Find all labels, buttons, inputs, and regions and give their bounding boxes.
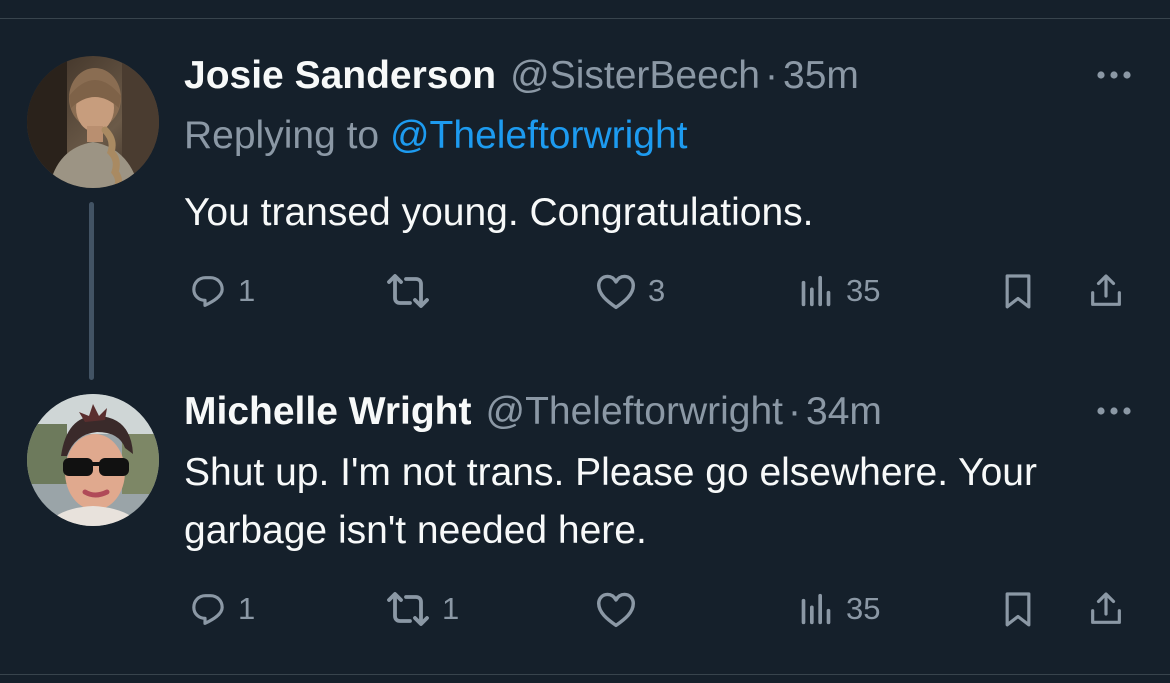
- reply-button[interactable]: 1: [188, 584, 255, 634]
- repost-button[interactable]: 1: [384, 584, 459, 634]
- avatar-michelle-wright[interactable]: [27, 394, 159, 526]
- avatar-josie-sanderson[interactable]: [27, 56, 159, 188]
- repost-icon: [384, 271, 432, 311]
- timestamp[interactable]: 34m: [806, 387, 882, 437]
- author-name[interactable]: Michelle Wright: [184, 387, 471, 437]
- views-icon: [796, 271, 836, 311]
- timestamp[interactable]: 35m: [783, 51, 859, 101]
- tweet-2-header: Michelle Wright @Theleftorwright · 34m: [184, 387, 882, 437]
- author-handle[interactable]: @Theleftorwright: [485, 387, 783, 437]
- bookmark-icon: [998, 589, 1038, 629]
- like-icon: [594, 271, 638, 311]
- reply-button[interactable]: 1: [188, 266, 255, 316]
- like-button[interactable]: [594, 584, 648, 634]
- like-button[interactable]: 3: [594, 266, 665, 316]
- author-name[interactable]: Josie Sanderson: [184, 51, 496, 101]
- repost-icon: [384, 589, 432, 629]
- author-handle[interactable]: @SisterBeech: [510, 51, 760, 101]
- tweet-text: Shut up. I'm not trans. Please go elsewh…: [184, 451, 1037, 552]
- meta-separator: ·: [765, 54, 778, 97]
- meta-separator: ·: [788, 390, 802, 433]
- views-button[interactable]: 35: [796, 266, 880, 316]
- repost-count: 1: [442, 591, 460, 626]
- replying-to-mention[interactable]: @Theleftorwright: [390, 114, 688, 157]
- more-icon[interactable]: [1090, 60, 1138, 90]
- views-count: 35: [846, 273, 881, 308]
- like-count: 3: [648, 273, 666, 308]
- reply-icon: [188, 271, 228, 311]
- bookmark-button[interactable]: [998, 266, 1038, 316]
- thread-connector-line: [89, 202, 94, 380]
- bookmark-button[interactable]: [998, 584, 1038, 634]
- tweet-1-header: Josie Sanderson @SisterBeech · 35m: [184, 51, 859, 101]
- share-icon: [1086, 589, 1126, 629]
- views-button[interactable]: 35: [796, 584, 880, 634]
- views-icon: [796, 589, 836, 629]
- divider-bottom: [0, 674, 1170, 675]
- replying-to: Replying to @Theleftorwright: [184, 111, 688, 161]
- share-button[interactable]: [1086, 266, 1126, 316]
- share-icon: [1086, 271, 1126, 311]
- tweet-1-actions: 1 3 35: [184, 266, 1144, 316]
- reply-count: 1: [238, 591, 256, 626]
- tweet-2-actions: 1 1 35: [184, 584, 1144, 634]
- bookmark-icon: [998, 271, 1038, 311]
- more-icon[interactable]: [1090, 396, 1138, 426]
- divider-top: [0, 18, 1170, 19]
- views-count: 35: [846, 591, 881, 626]
- replying-to-label: Replying to: [184, 114, 380, 157]
- share-button[interactable]: [1086, 584, 1126, 634]
- tweet-text: You transed young. Congratulations.: [184, 191, 814, 234]
- repost-button[interactable]: [384, 266, 442, 316]
- reply-icon: [188, 589, 228, 629]
- reply-count: 1: [238, 273, 256, 308]
- like-icon: [594, 589, 638, 629]
